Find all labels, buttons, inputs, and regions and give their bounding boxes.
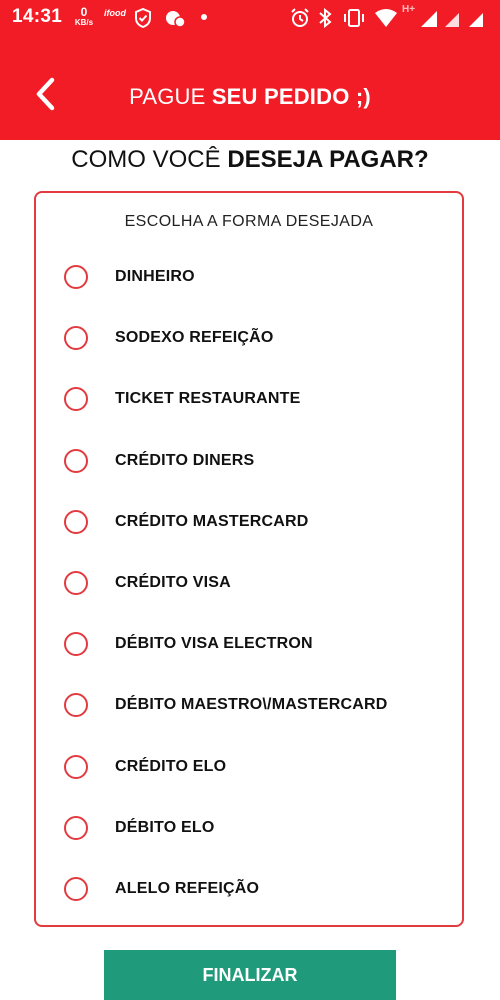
network-speed-value: 0 — [80, 5, 88, 19]
bluetooth-icon — [319, 8, 332, 28]
radio-button[interactable] — [64, 448, 88, 473]
more-notifications-dot — [201, 14, 207, 20]
payment-option[interactable]: DÉBITO VISA ELECTRON — [36, 616, 462, 677]
payment-option-label: DINHEIRO — [115, 268, 195, 285]
payment-option[interactable]: DÉBITO ELO — [36, 800, 462, 861]
payment-option-list: DINHEIRO SODEXO REFEIÇÃO TICKET RESTAURA… — [36, 249, 462, 922]
app-header: 14:31 0 KB/s ifood H+ PAGUE SEU PEDIDO ;… — [0, 0, 500, 140]
payment-option-label: ALELO REFEIÇÃO — [115, 879, 260, 897]
alarm-icon — [291, 8, 309, 27]
payment-option-label: SODEXO REFEIÇÃO — [115, 329, 274, 347]
payment-option-label: CRÉDITO DINERS — [115, 451, 255, 469]
finalize-button[interactable]: FINALIZAR — [104, 950, 396, 1000]
payment-option[interactable]: DÉBITO MAESTRO\/MASTERCARD — [36, 677, 462, 738]
network-type-label: H+ — [402, 4, 416, 15]
payment-option-label: DÉBITO MAESTRO\/MASTERCARD — [115, 696, 388, 714]
page-title-bold: DESEJA PAGAR? — [227, 146, 429, 173]
payment-options-heading: ESCOLHA A FORMA DESEJADA — [124, 213, 374, 230]
notification-icon — [166, 11, 186, 28]
radio-button[interactable] — [64, 876, 88, 901]
payment-option-label: CRÉDITO MASTERCARD — [115, 512, 309, 530]
radio-button[interactable] — [64, 754, 88, 779]
payment-option-label: TICKET RESTAURANTE — [115, 390, 301, 408]
radio-button[interactable] — [64, 815, 88, 840]
radio-button[interactable] — [64, 570, 88, 595]
radio-button[interactable] — [64, 326, 88, 351]
page-title: COMO VOCÊ DESEJA PAGAR? — [0, 146, 500, 174]
payment-options-card: ESCOLHA A FORMA DESEJADA DINHEIRO SODEXO… — [34, 191, 464, 927]
payment-option-label: DÉBITO VISA ELECTRON — [115, 635, 313, 653]
payment-option[interactable]: SODEXO REFEIÇÃO — [36, 310, 462, 371]
header-title: PAGUE SEU PEDIDO ;) — [80, 84, 420, 110]
signal-secondary-icon — [445, 13, 459, 27]
radio-button[interactable] — [64, 509, 88, 534]
network-speed: 0 KB/s — [74, 6, 94, 27]
payment-option-label: CRÉDITO ELO — [115, 757, 227, 775]
vibrate-icon — [344, 9, 364, 27]
payment-option[interactable]: CRÉDITO MASTERCARD — [36, 494, 462, 555]
radio-button[interactable] — [64, 387, 88, 412]
status-time: 14:31 — [12, 6, 63, 27]
battery-icon — [469, 13, 483, 27]
payment-option[interactable]: CRÉDITO VISA — [36, 555, 462, 616]
header-title-bold: SEU PEDIDO ;) — [211, 84, 371, 109]
payment-option[interactable]: TICKET RESTAURANTE — [36, 371, 462, 432]
payment-option-label: DÉBITO ELO — [115, 818, 215, 836]
radio-button[interactable] — [64, 265, 88, 289]
network-speed-unit: KB/s — [74, 18, 94, 27]
page-title-prefix: COMO VOCÊ — [71, 146, 228, 173]
payment-option[interactable]: CRÉDITO ELO — [36, 739, 462, 800]
ifood-notification-icon: ifood — [104, 8, 126, 18]
payment-option-label: CRÉDITO VISA — [115, 573, 231, 591]
wifi-icon — [375, 9, 397, 27]
radio-button[interactable] — [64, 693, 88, 718]
shield-icon — [135, 8, 151, 28]
header-title-prefix: PAGUE — [129, 84, 212, 109]
status-bar: 14:31 0 KB/s ifood H+ — [0, 0, 500, 36]
payment-option[interactable]: DINHEIRO — [36, 249, 462, 310]
radio-button[interactable] — [64, 632, 88, 657]
chevron-left-icon — [36, 77, 55, 111]
payment-option[interactable]: ALELO REFEIÇÃO — [36, 861, 462, 922]
back-button[interactable] — [30, 74, 66, 114]
payment-option[interactable]: CRÉDITO DINERS — [36, 433, 462, 494]
signal-icon — [421, 11, 437, 27]
